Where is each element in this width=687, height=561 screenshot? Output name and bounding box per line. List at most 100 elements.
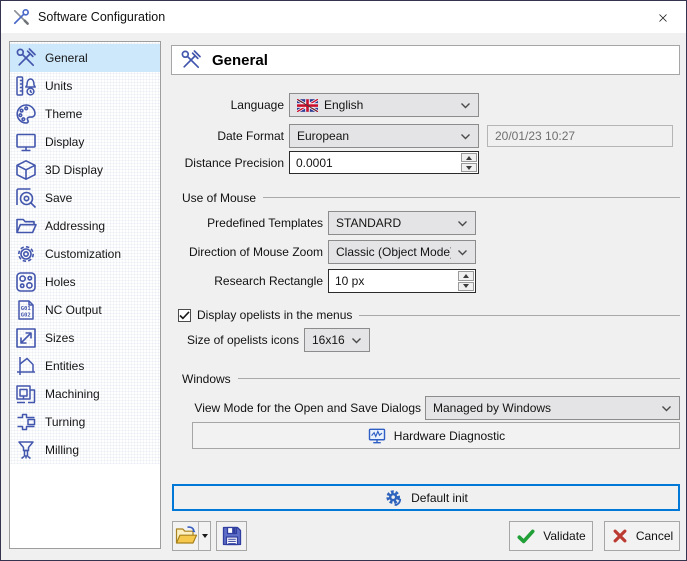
open-config-button[interactable] xyxy=(172,521,211,551)
turning-icon xyxy=(14,410,38,434)
software-configuration-dialog: Software Configuration General Units Theme… xyxy=(0,0,687,561)
group-divider xyxy=(359,315,680,316)
gear-icon xyxy=(14,242,38,266)
windows-group: Windows xyxy=(182,371,680,386)
spinner-buttons xyxy=(461,153,477,172)
language-select[interactable]: English xyxy=(289,93,479,117)
save-config-button[interactable] xyxy=(216,521,247,551)
distance-precision-label: Distance Precision xyxy=(171,156,284,170)
svg-text:G02: G02 xyxy=(21,313,31,319)
sidebar-item-label: Theme xyxy=(45,107,82,121)
sidebar-item-label: Addressing xyxy=(45,219,105,233)
chevron-down-icon xyxy=(661,405,672,412)
opelist-icon-size-label: Size of opelists icons xyxy=(171,333,299,347)
uk-flag-icon xyxy=(297,99,318,112)
date-format-select[interactable]: European xyxy=(289,124,479,148)
sidebar-item-label: General xyxy=(45,51,88,65)
folder-open-yellow-icon xyxy=(174,524,198,548)
sidebar-item-addressing[interactable]: Addressing xyxy=(10,212,160,240)
predefined-templates-select[interactable]: STANDARD xyxy=(328,211,476,235)
spin-down-button[interactable] xyxy=(461,163,477,172)
display-opelists-checkbox[interactable] xyxy=(178,309,191,322)
sidebar-item-label: Units xyxy=(45,79,72,93)
view-mode-label: View Mode for the Open and Save Dialogs xyxy=(171,401,421,415)
nc-code-icon: G01G02 xyxy=(14,298,38,322)
opelist-icon-size-select[interactable]: 16x16 xyxy=(304,328,370,352)
sidebar-item-label: Milling xyxy=(45,443,79,457)
window-title: Software Configuration xyxy=(38,1,165,33)
sidebar-item-customization[interactable]: Customization xyxy=(10,240,160,268)
sidebar-item-save[interactable]: Save xyxy=(10,184,160,212)
sidebar-list: General Units Theme Display 3D Display Save Ad… xyxy=(10,42,160,464)
sidebar-item-3d-display[interactable]: 3D Display xyxy=(10,156,160,184)
sidebar-item-milling[interactable]: Milling xyxy=(10,436,160,464)
units-icon xyxy=(14,74,38,98)
sidebar-item-label: Save xyxy=(45,191,72,205)
sidebar-item-theme[interactable]: Theme xyxy=(10,100,160,128)
sidebar-item-turning[interactable]: Turning xyxy=(10,408,160,436)
distance-precision-input[interactable]: 0.0001 xyxy=(289,151,479,174)
resize-icon xyxy=(14,326,38,350)
research-rectangle-label: Research Rectangle xyxy=(171,274,323,288)
titlebar: Software Configuration xyxy=(1,1,686,33)
spinner-buttons xyxy=(458,271,474,291)
display-opelists-row: Display opelists in the menus xyxy=(178,307,680,323)
research-rectangle-input[interactable]: 10 px xyxy=(328,269,476,293)
sidebar-item-label: Holes xyxy=(45,275,76,289)
check-icon xyxy=(516,526,536,546)
monitor-icon xyxy=(14,130,38,154)
use-of-mouse-group: Use of Mouse xyxy=(182,190,680,205)
section-header: General xyxy=(171,45,680,75)
group-divider xyxy=(238,378,680,379)
sidebar-item-machining[interactable]: Machining xyxy=(10,380,160,408)
sidebar-item-label: Display xyxy=(45,135,84,149)
machining-icon xyxy=(14,382,38,406)
svg-text:G01: G01 xyxy=(21,306,32,312)
sidebar-item-units[interactable]: Units xyxy=(10,72,160,100)
sidebar-item-label: Customization xyxy=(45,247,121,261)
sidebar-item-nc-output[interactable]: G01G02 NC Output xyxy=(10,296,160,324)
default-init-button[interactable]: Default init xyxy=(172,484,680,511)
sidebar-item-label: Sizes xyxy=(45,331,74,345)
save-search-icon xyxy=(14,186,38,210)
entities-icon xyxy=(14,354,38,378)
tools-crossed-icon xyxy=(11,7,31,27)
monitor-diagnostic-icon xyxy=(367,426,387,446)
palette-icon xyxy=(14,102,38,126)
folder-open-icon xyxy=(14,214,38,238)
chevron-down-icon xyxy=(460,133,471,140)
hardware-diagnostic-button[interactable]: Hardware Diagnostic xyxy=(192,422,680,449)
cube-icon xyxy=(14,158,38,182)
predefined-templates-label: Predefined Templates xyxy=(171,216,323,230)
holes-icon xyxy=(14,270,38,294)
sidebar-item-label: Entities xyxy=(45,359,84,373)
sidebar-item-entities[interactable]: Entities xyxy=(10,352,160,380)
validate-button[interactable]: Validate xyxy=(509,521,593,551)
chevron-down-icon xyxy=(457,220,468,227)
tools-icon xyxy=(14,46,38,70)
sidebar-item-display[interactable]: Display xyxy=(10,128,160,156)
tools-icon xyxy=(179,48,203,72)
view-mode-select[interactable]: Managed by Windows xyxy=(425,396,680,420)
open-config-dropdown-arrow[interactable] xyxy=(198,522,210,550)
floppy-icon xyxy=(220,524,244,548)
group-divider xyxy=(263,197,680,198)
language-label: Language xyxy=(171,98,284,112)
close-icon xyxy=(656,11,670,25)
gear-refresh-icon xyxy=(384,488,404,508)
sidebar-item-general[interactable]: General xyxy=(10,44,160,72)
sidebar-item-sizes[interactable]: Sizes xyxy=(10,324,160,352)
cancel-button[interactable]: Cancel xyxy=(604,521,680,551)
mouse-zoom-direction-select[interactable]: Classic (Object Mode) xyxy=(328,240,476,264)
spin-down-button[interactable] xyxy=(458,282,474,292)
chevron-down-icon xyxy=(457,249,468,256)
display-opelists-label: Display opelists in the menus xyxy=(197,308,352,322)
close-button[interactable] xyxy=(640,2,685,33)
sidebar-item-holes[interactable]: Holes xyxy=(10,268,160,296)
spin-up-button[interactable] xyxy=(461,153,477,162)
date-format-label: Date Format xyxy=(171,129,284,143)
page-title: General xyxy=(212,52,268,69)
sidebar-item-label: NC Output xyxy=(45,303,102,317)
spin-up-button[interactable] xyxy=(458,271,474,281)
mouse-zoom-direction-label: Direction of Mouse Zoom xyxy=(171,245,323,259)
